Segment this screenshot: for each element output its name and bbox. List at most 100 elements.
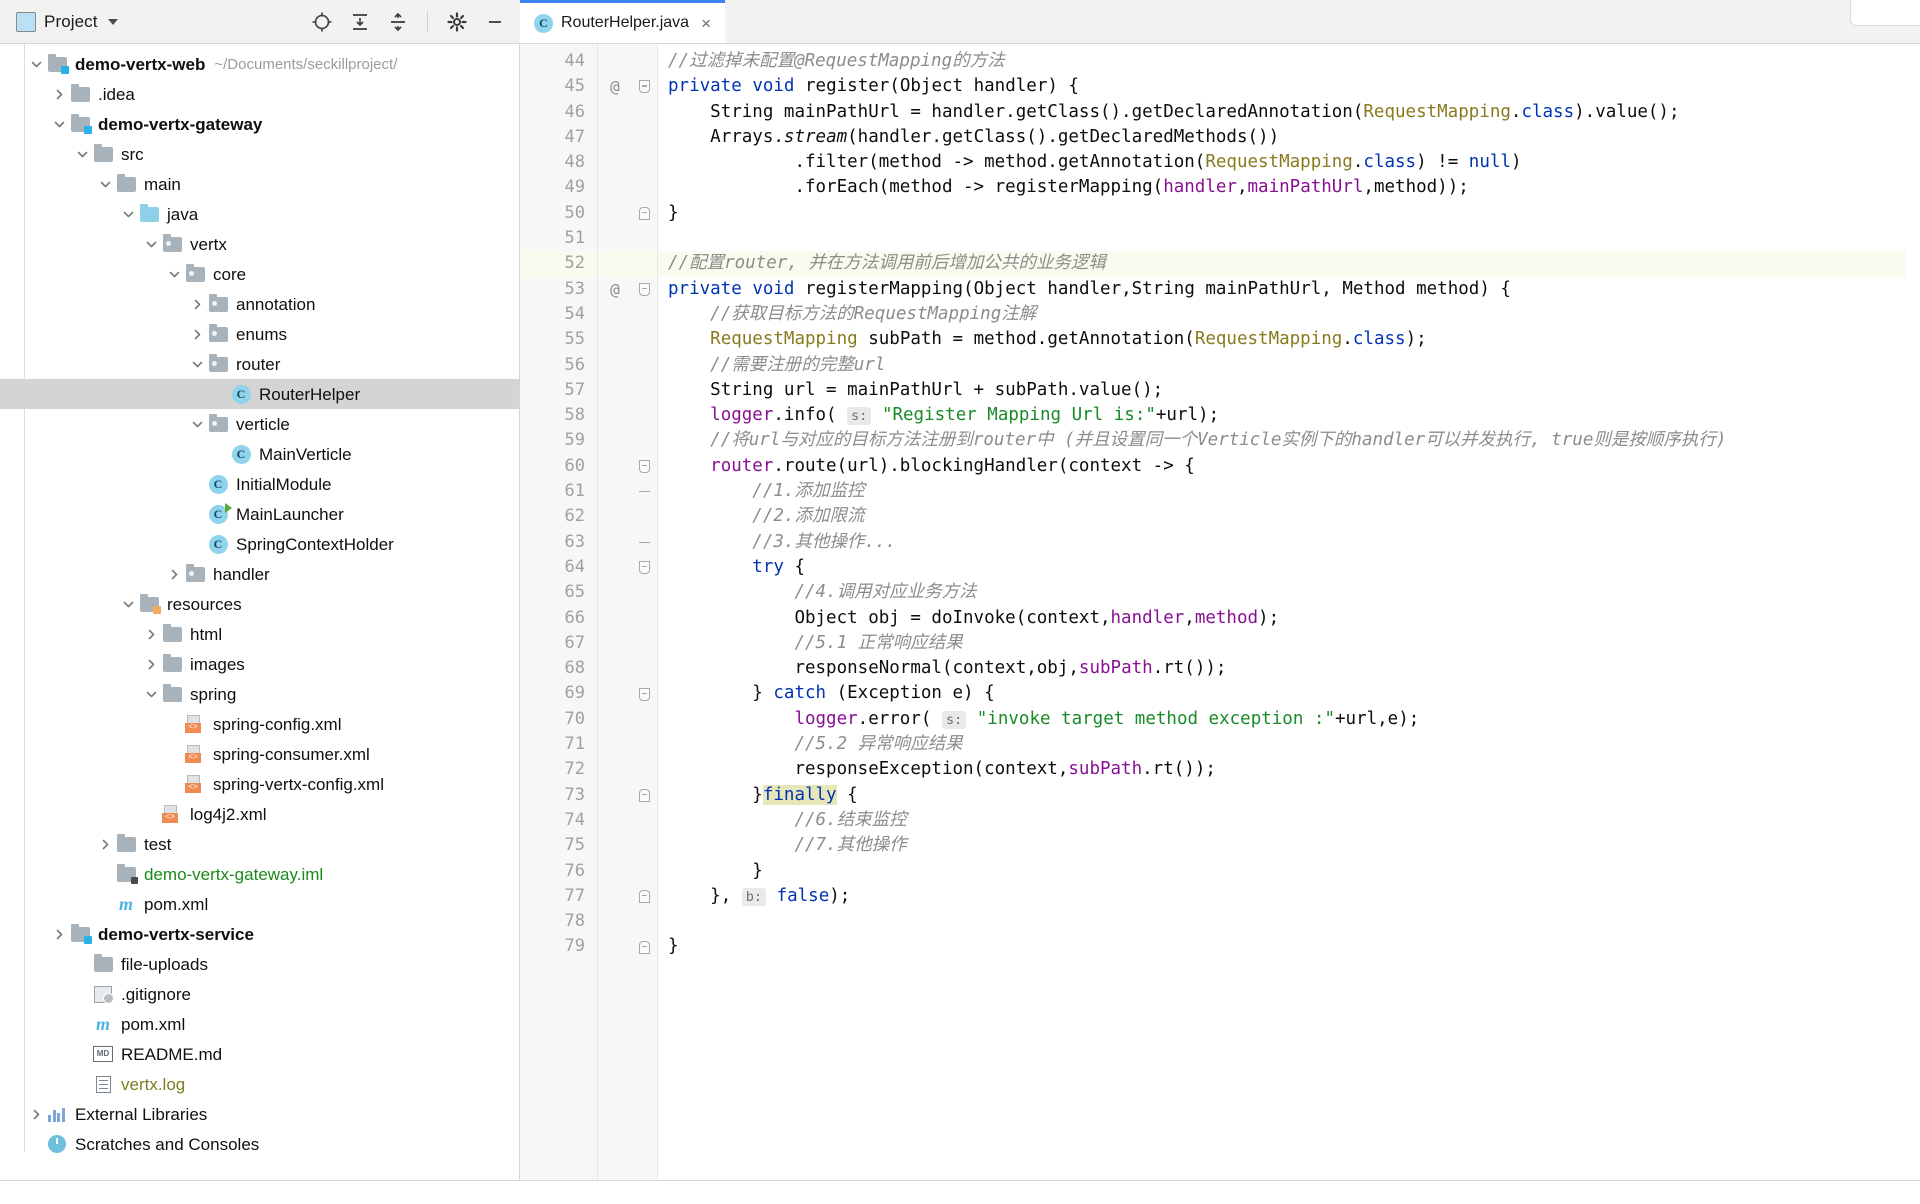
- code-line[interactable]: Arrays.stream(handler.getClass().getDecl…: [658, 125, 1920, 150]
- tree-row-pom-xml[interactable]: mpom.xml: [0, 1009, 519, 1039]
- chevron-right-icon[interactable]: [26, 1108, 46, 1121]
- code-editor[interactable]: 4445464748495051525354555657585960616263…: [520, 44, 1920, 1180]
- tree-row-src[interactable]: src: [0, 139, 519, 169]
- chevron-down-icon[interactable]: [26, 58, 46, 71]
- tree-row-enums[interactable]: enums: [0, 319, 519, 349]
- fold-toggle[interactable]: [632, 277, 657, 302]
- tree-row-demo-vertx-gateway[interactable]: demo-vertx-gateway: [0, 109, 519, 139]
- tree-row-spring-vertx-config-xml[interactable]: <>spring-vertx-config.xml: [0, 769, 519, 799]
- minimize-icon[interactable]: [480, 7, 510, 37]
- code-line[interactable]: //将url与对应的目标方法注册到router中 (并且设置同一个Verticl…: [658, 428, 1920, 453]
- chevron-right-icon[interactable]: [187, 328, 207, 341]
- code-line[interactable]: responseNormal(context,obj,subPath.rt())…: [658, 656, 1920, 681]
- tree-row-images[interactable]: images: [0, 649, 519, 679]
- tab-routerhelper-java[interactable]: C RouterHelper.java ×: [520, 0, 725, 43]
- code-line[interactable]: //需要注册的完整url: [658, 353, 1920, 378]
- tree-row-mainlauncher[interactable]: CMainLauncher: [0, 499, 519, 529]
- code-line[interactable]: Object obj = doInvoke(context,handler,me…: [658, 606, 1920, 631]
- chevron-down-icon[interactable]: [164, 268, 184, 281]
- code-line[interactable]: //过滤掉未配置@RequestMapping的方法: [658, 49, 1920, 74]
- tree-row-readme-md[interactable]: MDREADME.md: [0, 1039, 519, 1069]
- code-line[interactable]: //1.添加监控: [658, 479, 1920, 504]
- code-line[interactable]: //配置router, 并在方法调用前后增加公共的业务逻辑: [658, 251, 1920, 276]
- tree-row-test[interactable]: test: [0, 829, 519, 859]
- chevron-down-icon[interactable]: [108, 19, 118, 25]
- fold-toggle[interactable]: [632, 479, 657, 504]
- code-line[interactable]: }finally {: [658, 783, 1920, 808]
- code-line[interactable]: //3.其他操作...: [658, 530, 1920, 555]
- chevron-right-icon[interactable]: [49, 88, 69, 101]
- tree-row-mainverticle[interactable]: CMainVerticle: [0, 439, 519, 469]
- tree-row--idea[interactable]: .idea: [0, 79, 519, 109]
- chevron-right-icon[interactable]: [164, 568, 184, 581]
- code-line[interactable]: responseException(context,subPath.rt());: [658, 757, 1920, 782]
- fold-toggle[interactable]: [632, 884, 657, 909]
- project-tree[interactable]: demo-vertx-web~/Documents/seckillproject…: [0, 44, 520, 1180]
- tree-row-annotation[interactable]: annotation: [0, 289, 519, 319]
- code-line[interactable]: logger.error( s: "invoke target method e…: [658, 707, 1920, 732]
- tree-row-resources[interactable]: resources: [0, 589, 519, 619]
- fold-toggle[interactable]: [632, 681, 657, 706]
- tree-row-core[interactable]: core: [0, 259, 519, 289]
- tree-row-initialmodule[interactable]: CInitialModule: [0, 469, 519, 499]
- tree-row-log4j2-xml[interactable]: <>log4j2.xml: [0, 799, 519, 829]
- code-line[interactable]: String mainPathUrl = handler.getClass().…: [658, 100, 1920, 125]
- tree-row-router[interactable]: router: [0, 349, 519, 379]
- editor-scrollbar[interactable]: [1906, 44, 1920, 1180]
- code-line[interactable]: try {: [658, 555, 1920, 580]
- chevron-right-icon[interactable]: [187, 298, 207, 311]
- override-marker-icon[interactable]: @: [598, 277, 632, 302]
- tree-row-file-uploads[interactable]: file-uploads: [0, 949, 519, 979]
- code-line[interactable]: .filter(method -> method.getAnnotation(R…: [658, 150, 1920, 175]
- fold-toggle[interactable]: [632, 934, 657, 959]
- chevron-down-icon[interactable]: [72, 148, 92, 161]
- chevron-down-icon[interactable]: [141, 238, 161, 251]
- chevron-down-icon[interactable]: [187, 358, 207, 371]
- code-line[interactable]: }, b: false);: [658, 884, 1920, 909]
- tree-row-external-libraries[interactable]: External Libraries: [0, 1099, 519, 1129]
- fold-toggle[interactable]: [632, 454, 657, 479]
- tree-row-demo-vertx-gateway-iml[interactable]: demo-vertx-gateway.iml: [0, 859, 519, 889]
- chevron-down-icon[interactable]: [141, 688, 161, 701]
- tree-row-html[interactable]: html: [0, 619, 519, 649]
- fold-toggle[interactable]: [632, 555, 657, 580]
- tree-row-pom-xml[interactable]: mpom.xml: [0, 889, 519, 919]
- code-line[interactable]: }: [658, 934, 1920, 959]
- code-line[interactable]: //5.1 正常响应结果: [658, 631, 1920, 656]
- tree-row-spring[interactable]: spring: [0, 679, 519, 709]
- tree-row-springcontextholder[interactable]: CSpringContextHolder: [0, 529, 519, 559]
- expand-all-icon[interactable]: [345, 7, 375, 37]
- code-line[interactable]: RequestMapping subPath = method.getAnnot…: [658, 327, 1920, 352]
- chevron-right-icon[interactable]: [95, 838, 115, 851]
- tree-row-spring-config-xml[interactable]: <>spring-config.xml: [0, 709, 519, 739]
- code-line[interactable]: //6.结束监控: [658, 808, 1920, 833]
- tree-row-routerhelper[interactable]: CRouterHelper: [0, 379, 519, 409]
- code-line[interactable]: [658, 909, 1920, 934]
- fold-toggle[interactable]: [632, 783, 657, 808]
- collapse-all-icon[interactable]: [383, 7, 413, 37]
- window-controls[interactable]: [1850, 0, 1920, 26]
- code-line[interactable]: //7.其他操作: [658, 833, 1920, 858]
- chevron-down-icon[interactable]: [49, 118, 69, 131]
- tree-row-main[interactable]: main: [0, 169, 519, 199]
- chevron-right-icon[interactable]: [141, 658, 161, 671]
- tree-row-demo-vertx-web[interactable]: demo-vertx-web~/Documents/seckillproject…: [0, 49, 519, 79]
- code-line[interactable]: logger.info( s: "Register Mapping Url is…: [658, 403, 1920, 428]
- chevron-right-icon[interactable]: [49, 928, 69, 941]
- code-line[interactable]: }: [658, 201, 1920, 226]
- code-line[interactable]: //5.2 异常响应结果: [658, 732, 1920, 757]
- tree-row-demo-vertx-service[interactable]: demo-vertx-service: [0, 919, 519, 949]
- code-line[interactable]: //4.调用对应业务方法: [658, 580, 1920, 605]
- code-line[interactable]: router.route(url).blockingHandler(contex…: [658, 454, 1920, 479]
- code-line[interactable]: private void registerMapping(Object hand…: [658, 277, 1920, 302]
- chevron-down-icon[interactable]: [118, 208, 138, 221]
- code-line[interactable]: .forEach(method -> registerMapping(handl…: [658, 175, 1920, 200]
- fold-toggle[interactable]: [632, 530, 657, 555]
- code-line[interactable]: //获取目标方法的RequestMapping注解: [658, 302, 1920, 327]
- chevron-down-icon[interactable]: [118, 598, 138, 611]
- code-line[interactable]: [658, 226, 1920, 251]
- tree-row-java[interactable]: java: [0, 199, 519, 229]
- chevron-down-icon[interactable]: [95, 178, 115, 191]
- tree-row-spring-consumer-xml[interactable]: <>spring-consumer.xml: [0, 739, 519, 769]
- chevron-down-icon[interactable]: [187, 418, 207, 431]
